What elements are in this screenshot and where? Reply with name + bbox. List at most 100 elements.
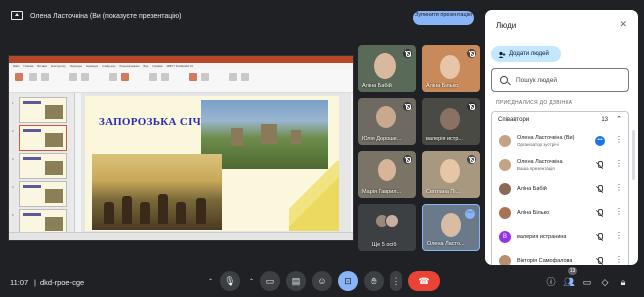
participant-face bbox=[374, 53, 396, 79]
more-vert-icon[interactable]: ⋮ bbox=[615, 208, 623, 216]
more-vert-icon[interactable]: ⋮ bbox=[615, 136, 623, 144]
stop-presenting-button[interactable]: Зупинити презентацію bbox=[413, 11, 474, 25]
clock: 11:07 bbox=[10, 278, 29, 287]
participant-tile[interactable]: Юлія Дороше... bbox=[358, 98, 416, 145]
ribbon-tool-icon bbox=[241, 73, 249, 81]
group-label: Співавтори bbox=[498, 117, 530, 123]
slide-thumbnail[interactable] bbox=[19, 97, 67, 123]
participant-list: Олена Ласточкіна (Ви) Організатор зустрі… bbox=[491, 129, 629, 265]
avatar bbox=[385, 214, 399, 228]
hand-icon: ✋︎ bbox=[371, 276, 377, 286]
more-options-icon[interactable]: ⋯ bbox=[465, 209, 475, 219]
rider-shape bbox=[158, 194, 168, 224]
self-view-tile[interactable]: ⋯ Олена Ласто... bbox=[422, 204, 480, 251]
ribbon-tab: Конструктор bbox=[50, 64, 66, 68]
participant-tile[interactable]: Аліна Бабій bbox=[358, 45, 416, 92]
lock-icon[interactable]: 🔒︎ bbox=[617, 276, 629, 288]
slide-thumbnails: 1 2 3 4 5 bbox=[9, 93, 75, 235]
tower-shape bbox=[291, 130, 301, 144]
scrollbar[interactable] bbox=[632, 130, 635, 180]
camera-button[interactable]: ▭ bbox=[260, 271, 280, 291]
list-item[interactable]: Вікторія Самофалова ⋮ bbox=[492, 249, 630, 265]
participant-name: Аліна Білько bbox=[426, 83, 459, 89]
ribbon-tool-icon bbox=[81, 73, 89, 81]
tower-shape bbox=[261, 124, 277, 144]
raise-hand-button[interactable]: ✋︎ bbox=[364, 271, 384, 291]
ribbon-tool-icon bbox=[69, 73, 77, 81]
self-name: Олена Ласто... bbox=[427, 241, 465, 247]
more-vert-icon[interactable]: ⋮ bbox=[615, 184, 623, 192]
emoji-button[interactable]: ☺ bbox=[312, 271, 332, 291]
more-vert-icon: ⋮ bbox=[391, 276, 401, 286]
microphone-button[interactable]: 🎙︎ bbox=[220, 271, 240, 291]
chat-icon[interactable]: ▭ bbox=[581, 276, 593, 288]
section-label: ПРИЄДНАЛИСЯ ДО ДЗВІНКА bbox=[496, 100, 573, 106]
more-participants-tile[interactable]: Ще 5 осіб bbox=[358, 204, 416, 251]
ribbon-tab: Слайд-шоу bbox=[102, 64, 116, 68]
people-icon[interactable]: 👥︎ bbox=[563, 276, 575, 288]
more-vert-icon[interactable]: ⋮ bbox=[615, 160, 623, 168]
list-item[interactable]: Олена Ласточкіна Ваша презентація ⋮ bbox=[492, 153, 630, 177]
mic-off-icon bbox=[403, 102, 412, 111]
captions-icon: ▤ bbox=[291, 276, 301, 286]
person-name: Олена Ласточкіна bbox=[517, 159, 563, 165]
ribbon-tab: Вставка bbox=[37, 64, 47, 68]
mic-off-icon bbox=[595, 161, 603, 169]
more-options-button[interactable]: ⋮ bbox=[390, 271, 402, 291]
thumb-number: 3 bbox=[12, 157, 14, 161]
search-box[interactable] bbox=[491, 68, 629, 92]
list-item[interactable]: Олена Ласточкіна (Ви) Організатор зустрі… bbox=[492, 129, 630, 153]
present-button[interactable]: ⊡ bbox=[338, 271, 358, 291]
participant-tile[interactable]: Марія Гаврил... bbox=[358, 151, 416, 198]
shapes-icon bbox=[189, 73, 197, 81]
more-vert-icon[interactable]: ⋮ bbox=[615, 232, 623, 240]
microphone-icon: 🎙︎ bbox=[224, 276, 236, 286]
chevron-up-icon: ⌃ bbox=[616, 116, 622, 123]
present-screen-icon bbox=[11, 11, 23, 20]
slide-thumbnail[interactable] bbox=[19, 181, 67, 207]
avatar: В bbox=[499, 231, 511, 243]
close-icon[interactable]: ✕ bbox=[619, 19, 627, 30]
activities-icon[interactable]: ◇ bbox=[599, 276, 611, 288]
ribbon-tool-icon bbox=[201, 73, 209, 81]
thumb-number: 2 bbox=[12, 129, 14, 133]
leave-call-button[interactable]: ☎︎ bbox=[408, 271, 440, 291]
list-item[interactable]: В валерия истранина ⋮ bbox=[492, 225, 630, 249]
people-panel: Люди ✕ Додати людей ПРИЄДНАЛИСЯ ДО ДЗВІН… bbox=[485, 10, 638, 265]
camera-icon: ▭ bbox=[265, 276, 275, 286]
participant-tile[interactable]: Аліна Білько bbox=[422, 45, 480, 92]
ribbon-tab: Анимация bbox=[85, 64, 99, 68]
participant-name: Аліна Бабій bbox=[362, 83, 392, 89]
slide-thumbnail[interactable] bbox=[19, 153, 67, 179]
present-icon: ⊡ bbox=[344, 276, 352, 286]
thumb-number: 4 bbox=[12, 185, 14, 189]
search-input[interactable] bbox=[516, 75, 616, 86]
avatar bbox=[499, 159, 511, 171]
contributors-group-header[interactable]: Співавтори 13 ⌃ bbox=[491, 111, 629, 129]
slide-thumbnail[interactable] bbox=[19, 125, 67, 151]
participant-tile[interactable]: валерія истр... bbox=[422, 98, 480, 145]
ribbon-tab: Главная bbox=[23, 64, 34, 68]
participant-name: Марія Гаврил... bbox=[362, 189, 402, 195]
mic-off-icon bbox=[595, 257, 603, 265]
list-item[interactable]: Аліна Бабій ⋮ bbox=[492, 177, 630, 201]
mic-off-icon bbox=[595, 209, 603, 217]
paste-icon bbox=[15, 73, 23, 81]
ribbon-tab: Справка bbox=[152, 64, 163, 68]
chevron-up-icon[interactable]: ⌃ bbox=[208, 278, 213, 285]
participant-tile[interactable]: Світлана Пі... bbox=[422, 151, 480, 198]
person-name: Аліна Бабій bbox=[517, 186, 547, 192]
shared-screen: Файл Главная Вставка Конструктор Переход… bbox=[8, 55, 354, 241]
avatar bbox=[499, 255, 511, 265]
chevron-up-icon[interactable]: ⌃ bbox=[249, 278, 254, 285]
list-item[interactable]: Аліна Білько ⋮ bbox=[492, 201, 630, 225]
info-icon[interactable]: ⓘ bbox=[545, 276, 557, 288]
add-people-label: Додати людей bbox=[509, 51, 549, 57]
rider-shape bbox=[196, 198, 206, 224]
captions-button[interactable]: ▤ bbox=[286, 271, 306, 291]
rider-shape bbox=[176, 202, 186, 224]
more-vert-icon[interactable]: ⋮ bbox=[615, 256, 623, 264]
add-person-icon bbox=[498, 50, 506, 58]
add-people-button[interactable]: Додати людей bbox=[491, 46, 561, 62]
person-name: Олена Ласточкіна (Ви) bbox=[517, 135, 575, 141]
